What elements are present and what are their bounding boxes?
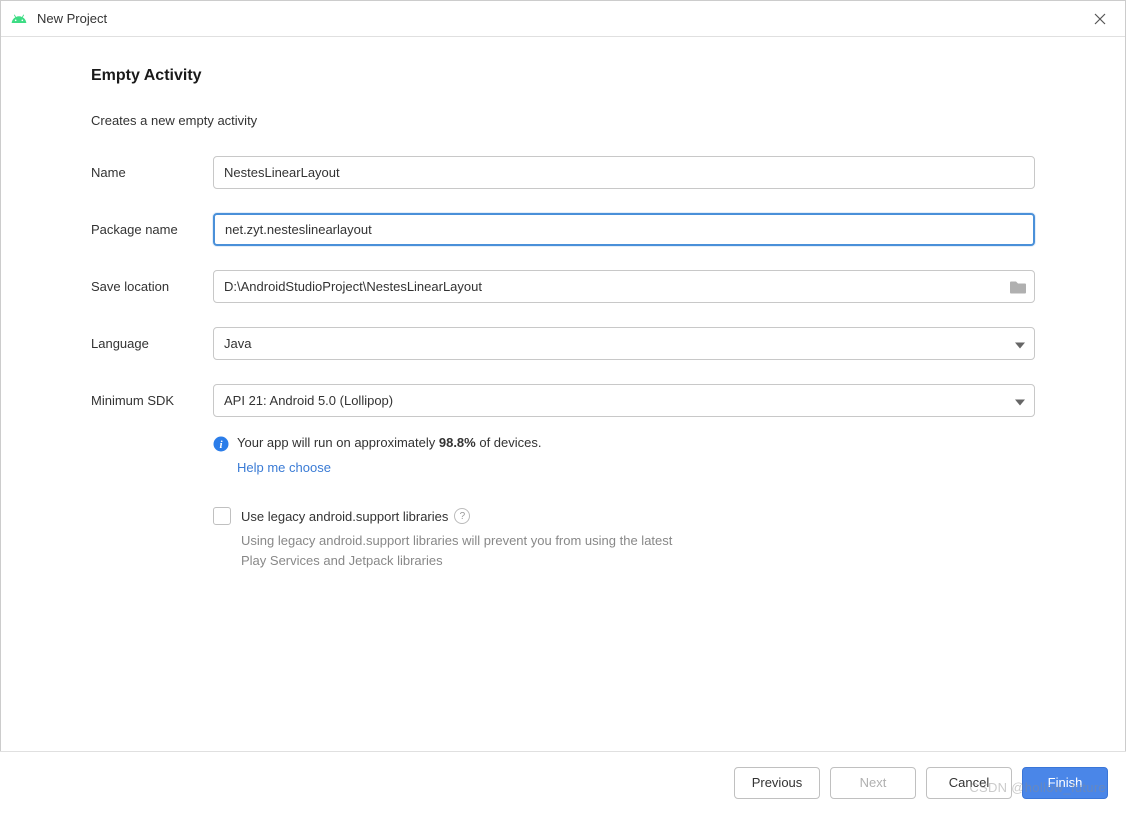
page-description: Creates a new empty activity [91,113,1035,128]
label-name: Name [91,165,213,180]
label-language: Language [91,336,213,351]
page-heading: Empty Activity [91,67,1035,85]
row-language: Language [91,327,1035,360]
legacy-hint: Using legacy android.support libraries w… [241,531,681,570]
folder-browse-icon[interactable] [1009,279,1027,294]
info-icon: i [213,436,229,452]
finish-button[interactable]: Finish [1022,767,1108,799]
previous-button[interactable]: Previous [734,767,820,799]
legacy-checkbox-row: Use legacy android.support libraries ? [213,507,1035,525]
row-name: Name [91,156,1035,189]
minimum-sdk-select[interactable] [213,384,1035,417]
row-minimum-sdk: Minimum SDK [91,384,1035,417]
device-info: i Your app will run on approximately 98.… [213,435,1035,452]
device-info-text: Your app will run on approximately 98.8%… [237,435,542,450]
android-icon [11,11,27,27]
save-location-input[interactable] [213,270,1035,303]
titlebar: New Project [1,1,1125,37]
row-save-location: Save location [91,270,1035,303]
label-package-name: Package name [91,222,213,237]
cancel-button[interactable]: Cancel [926,767,1012,799]
legacy-checkbox[interactable] [213,507,231,525]
close-icon[interactable] [1085,4,1115,34]
help-icon[interactable]: ? [454,508,470,524]
help-me-choose-link[interactable]: Help me choose [237,460,331,475]
label-minimum-sdk: Minimum SDK [91,393,213,408]
content-area: Empty Activity Creates a new empty activ… [1,37,1125,750]
language-select[interactable] [213,327,1035,360]
label-save-location: Save location [91,279,213,294]
package-name-input[interactable] [213,213,1035,246]
window-title: New Project [37,11,1085,26]
row-package-name: Package name [91,213,1035,246]
next-button: Next [830,767,916,799]
legacy-checkbox-label[interactable]: Use legacy android.support libraries [241,509,448,524]
footer: Previous Next Cancel Finish [0,751,1126,813]
name-input[interactable] [213,156,1035,189]
